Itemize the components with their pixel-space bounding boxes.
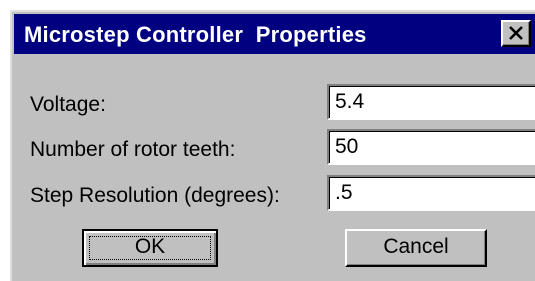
window-title: Microstep Controller Properties [24, 22, 367, 47]
properties-dialog: Microstep Controller Properties Voltage:… [10, 10, 535, 281]
voltage-field[interactable]: 5.4 [327, 84, 535, 120]
step-resolution-value: .5 [335, 181, 353, 204]
rotor-teeth-field[interactable]: 50 [327, 129, 535, 165]
step-resolution-label: Step Resolution (degrees): [30, 184, 280, 207]
close-button[interactable] [501, 20, 531, 47]
rotor-teeth-value: 50 [335, 135, 359, 158]
step-resolution-field[interactable]: .5 [327, 175, 535, 211]
close-icon [509, 26, 523, 40]
cancel-button[interactable]: Cancel [345, 229, 487, 267]
voltage-label: Voltage: [30, 93, 106, 116]
voltage-value: 5.4 [335, 90, 365, 113]
ok-button[interactable]: OK [82, 229, 218, 267]
ok-button-label: OK [134, 235, 166, 258]
cancel-button-label: Cancel [383, 235, 449, 258]
title-bar[interactable]: Microstep Controller Properties [14, 14, 535, 54]
rotor-teeth-label: Number of rotor teeth: [30, 138, 236, 161]
